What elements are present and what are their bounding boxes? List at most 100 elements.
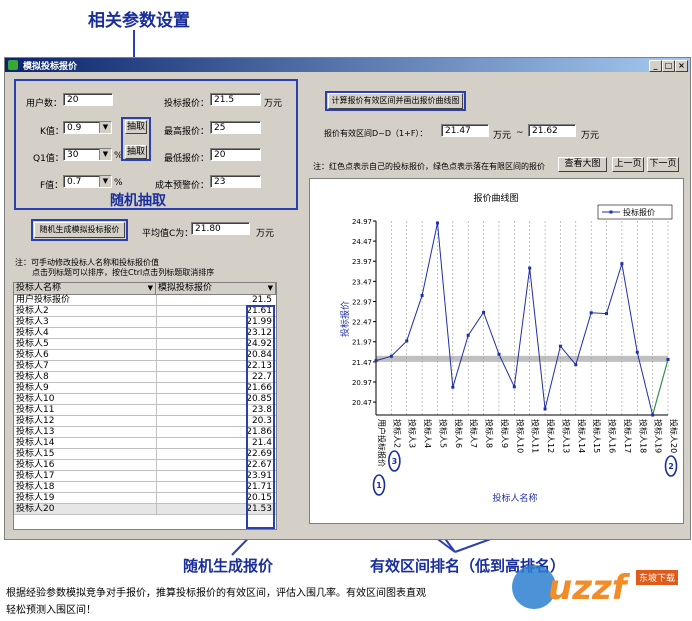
table-row[interactable]: 投标人2 21.61 [14,306,276,317]
table-row[interactable]: 投标人16 22.67 [14,460,276,471]
view-big-button[interactable]: 查看大图 [558,157,607,172]
min-input[interactable]: 20 [210,148,261,161]
in-range-segment [652,359,669,416]
data-point [405,339,409,343]
x-tick-label: 用户投标报价 [377,419,387,467]
x-tick-label: 投标人2 [392,419,402,448]
y-tick-label: 24.97 [352,218,372,226]
legend-label: 投标报价 [623,207,655,217]
table-row[interactable]: 投标人18 21.71 [14,482,276,493]
minimize-button[interactable]: _ [649,60,662,72]
x-tick-label: 投标人7 [469,419,479,448]
chevron-down-icon[interactable]: ▼ [99,149,111,160]
row-name[interactable]: 用户投标报价 [16,295,70,306]
table-row[interactable]: 投标人17 23.91 [14,471,276,482]
row-name[interactable]: 投标人15 [16,449,54,460]
data-point [451,385,455,389]
table-row[interactable]: 投标人5 24.92 [14,339,276,350]
row-name[interactable]: 投标人10 [16,394,54,405]
range-low: 21.47 [441,124,489,137]
close-button[interactable]: × [675,60,688,72]
y-tick-label: 23.97 [352,258,372,266]
y-axis-label: 投标报价 [339,301,351,337]
next-page-button[interactable]: 下一页 [647,157,679,172]
data-point [558,344,562,348]
table-row[interactable]: 投标人11 23.8 [14,405,276,416]
table-row[interactable]: 投标人3 21.99 [14,317,276,328]
table-row[interactable]: 投标人8 22.7 [14,372,276,383]
f-unit: % [114,178,123,188]
x-tick-label: 投标人16 [608,419,618,453]
row-name[interactable]: 投标人6 [16,350,49,361]
data-point [420,293,424,297]
bid-unit: 万元 [264,99,283,109]
row-name[interactable]: 投标人13 [16,427,54,438]
row-name[interactable]: 投标人8 [16,372,49,383]
users-label: 用户数： [26,99,63,109]
row-name[interactable]: 投标人16 [16,460,54,471]
max-input[interactable]: 25 [210,121,261,134]
table-row[interactable]: 投标人15 22.69 [14,449,276,460]
row-name[interactable]: 投标人3 [16,317,49,328]
table-row[interactable]: 投标人9 21.66 [14,383,276,394]
chevron-down-icon[interactable]: ▼ [99,122,111,133]
table-row[interactable]: 投标人12 20.3 [14,416,276,427]
range-unit2: 万元 [581,131,600,141]
table-row[interactable]: 投标人13 21.86 [14,427,276,438]
bid-table[interactable]: 投标人名称 ▼ 模拟投标报价 ▼ 用户投标报价 21.5 投标人2 21.61 投标人3 21… [13,282,277,530]
table-row[interactable]: 投标人4 23.12 [14,328,276,339]
x-tick-label: 投标人18 [638,419,648,453]
pick-q1-button[interactable]: 抽取 [125,145,147,159]
data-point [666,357,670,361]
prev-page-button[interactable]: 上一页 [612,157,644,172]
row-name[interactable]: 投标人2 [16,306,49,317]
pick-k-button[interactable]: 抽取 [125,120,147,134]
row-name[interactable]: 投标人19 [16,493,54,504]
row-name[interactable]: 投标人20 [16,504,54,515]
calc-button[interactable]: 计算报价有效区间并画出报价曲线图 [328,93,463,109]
bid-input[interactable]: 21.5 [210,93,261,106]
data-point [374,359,378,363]
table-row[interactable]: 投标人14 21.4 [14,438,276,449]
row-name[interactable]: 投标人4 [16,328,49,339]
k-select[interactable]: 0.9 ▼ [63,121,112,134]
row-name[interactable]: 投标人11 [16,405,54,416]
valid-range-band [376,355,668,362]
row-name[interactable]: 投标人14 [16,438,54,449]
table-row[interactable]: 投标人10 20.85 [14,394,276,405]
x-tick-label: 投标人14 [577,419,587,453]
col-value-header[interactable]: 模拟投标报价 ▼ [156,283,276,294]
col-name-header[interactable]: 投标人名称 ▼ [14,283,156,294]
table-row[interactable]: 投标人19 20.15 [14,493,276,504]
x-tick-label: 投标人3 [408,419,418,448]
x-tick-label: 投标人12 [546,419,556,453]
range-sep: ~ [516,128,524,138]
table-row[interactable]: 投标人6 20.84 [14,350,276,361]
warn-input[interactable]: 23 [210,175,261,188]
range-label: 报价有效区间D~D（1+F）： [324,129,428,138]
row-name[interactable]: 投标人17 [16,471,54,482]
generate-button[interactable]: 随机生成模拟投标报价 [34,222,125,238]
hint-line2: 点击列标题可以排序，按住Ctrl点击列标题取消排序 [32,268,215,277]
table-row[interactable]: 投标人7 22.13 [14,361,276,372]
row-name[interactable]: 投标人9 [16,383,49,394]
range-unit1: 万元 [493,131,512,141]
data-point [574,363,578,367]
f-select[interactable]: 0.7 ▼ [63,175,112,188]
data-point [497,352,501,356]
table-row[interactable]: 用户投标报价 21.5 [14,295,276,306]
row-name[interactable]: 投标人18 [16,482,54,493]
data-point [528,266,532,270]
row-name[interactable]: 投标人12 [16,416,54,427]
data-point [635,350,639,354]
row-name[interactable]: 投标人7 [16,361,49,372]
chevron-down-icon[interactable]: ▼ [99,176,111,187]
table-row[interactable]: 投标人20 21.53 [14,504,276,515]
users-input[interactable]: 20 [63,93,113,106]
y-tick-label: 22.97 [352,298,372,306]
random-quote-box [246,305,275,529]
maximize-button[interactable]: □ [662,60,675,72]
data-point [512,385,516,389]
row-name[interactable]: 投标人5 [16,339,49,350]
q1-select[interactable]: 30 ▼ [63,148,112,161]
